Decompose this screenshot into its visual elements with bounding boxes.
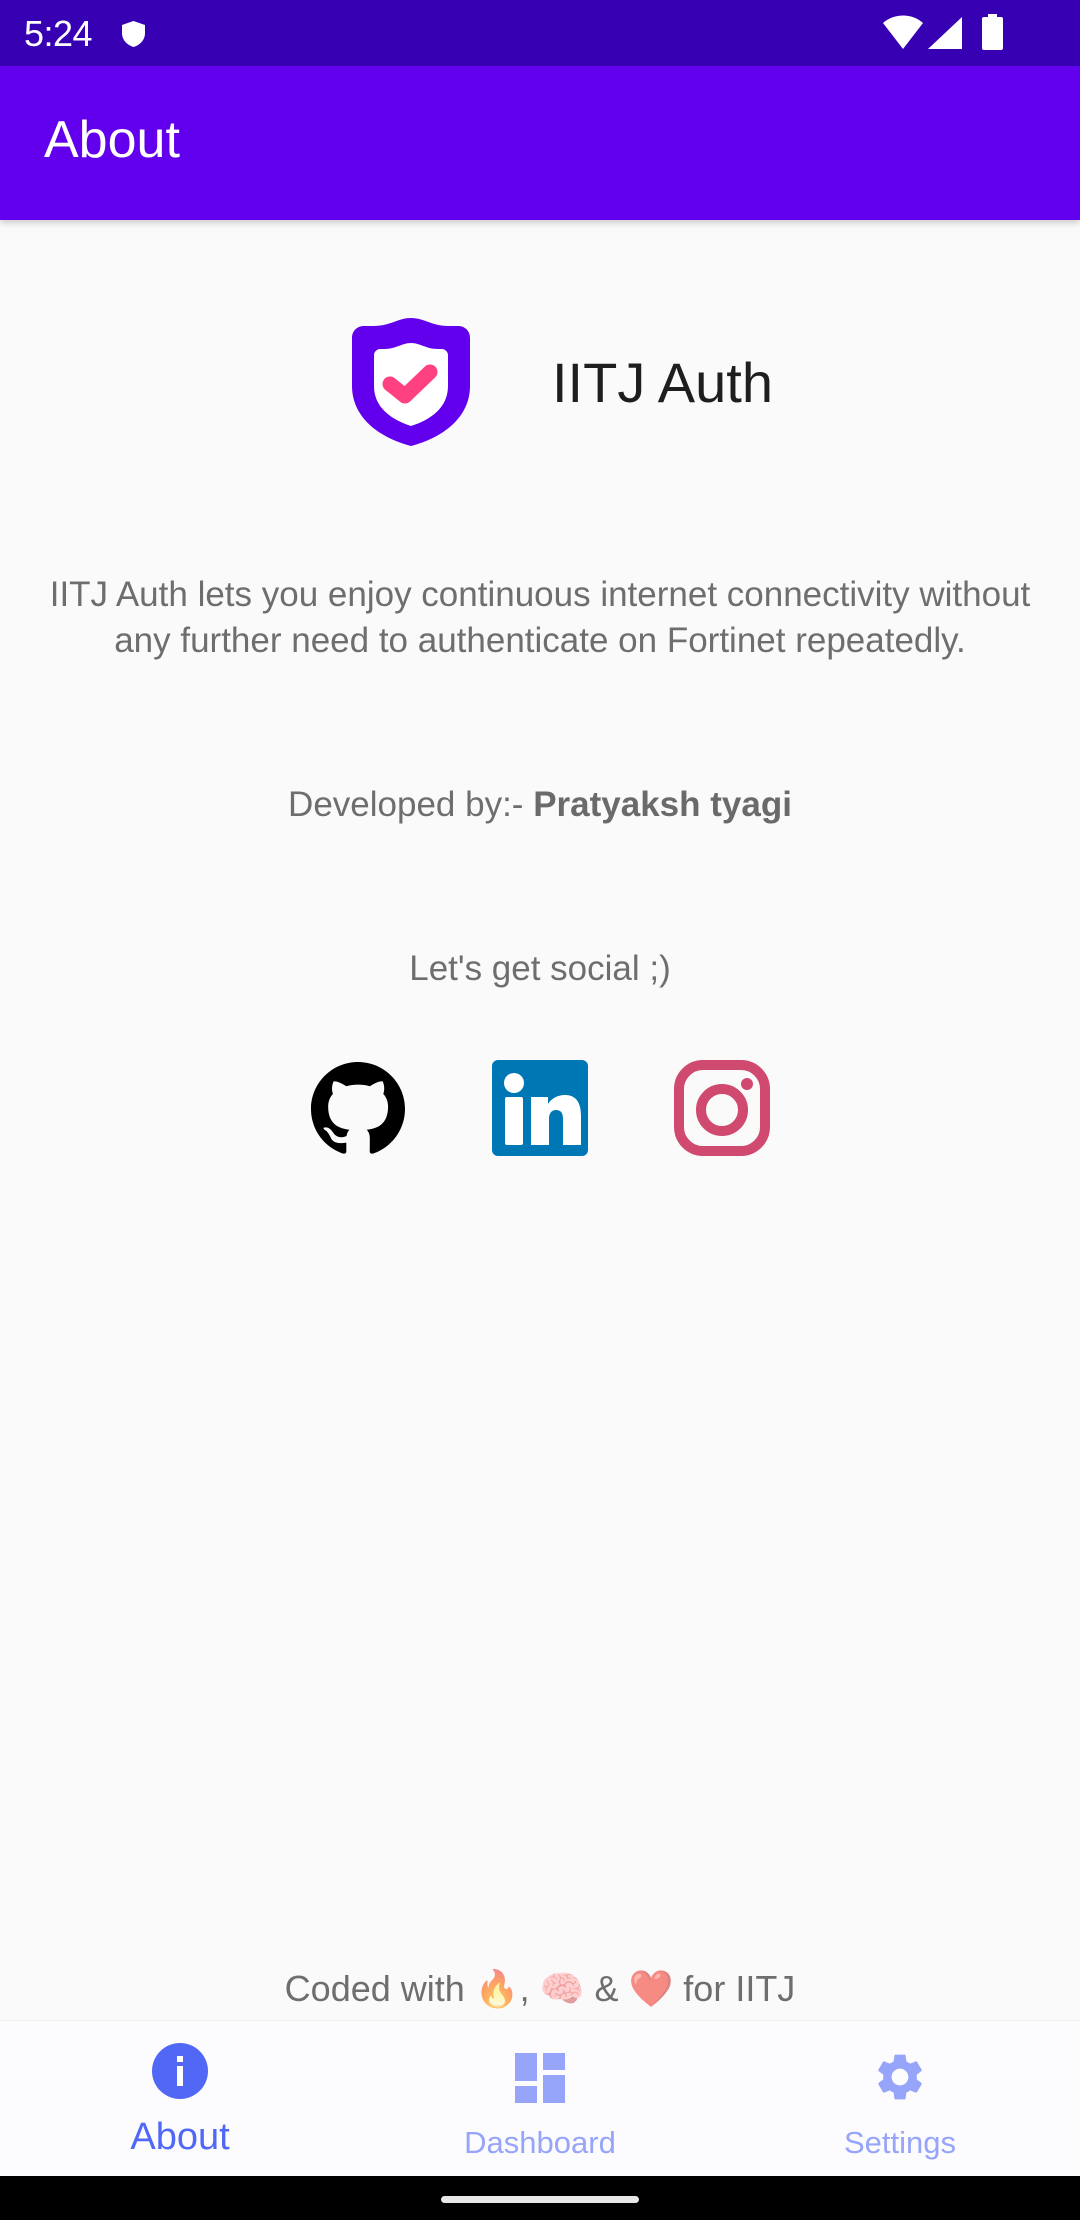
shield-icon — [122, 21, 145, 47]
footer-prefix: Coded with — [284, 1968, 475, 2009]
fire-icon: 🔥 — [474, 1969, 520, 2010]
tab-settings-label: Settings — [843, 2125, 956, 2160]
linkedin-icon[interactable] — [492, 1060, 588, 1156]
status-time: 5:24 — [24, 13, 93, 54]
brain-icon: 🧠 — [539, 1969, 585, 2010]
footer-credit: Coded with 🔥, 🧠 & ❤️ for IITJ — [0, 1966, 1080, 2013]
github-icon[interactable] — [311, 1062, 405, 1156]
shield-check-icon — [352, 318, 470, 446]
social-label: Let's get social ;) — [409, 949, 671, 988]
heart-icon: ❤️ — [628, 1969, 674, 2010]
bottom-navigation: About Dashboard Settings — [0, 2020, 1080, 2177]
developer-name: Pratyaksh tyagi — [533, 785, 792, 824]
status-bar: 5:24 — [0, 0, 1080, 66]
gear-icon — [878, 2054, 922, 2100]
developed-by-label: Developed by:- — [288, 785, 534, 824]
page-title: About — [44, 111, 180, 169]
app-bar: About — [0, 66, 1080, 220]
app-name: IITJ Auth — [552, 351, 773, 414]
system-navigation-bar — [0, 2176, 1080, 2220]
tab-about[interactable]: About — [0, 2021, 360, 2177]
tab-settings[interactable]: Settings — [720, 2021, 1080, 2177]
home-indicator[interactable] — [441, 2196, 639, 2203]
battery-icon — [982, 14, 1003, 50]
signal-icon — [928, 17, 962, 49]
tab-dashboard-label: Dashboard — [464, 2125, 616, 2160]
tab-about-label: About — [130, 2116, 230, 2158]
footer-sep1: , — [519, 1968, 540, 2009]
footer-sep2: & — [584, 1968, 629, 2009]
tab-dashboard[interactable]: Dashboard — [360, 2021, 720, 2177]
wifi-icon — [883, 15, 923, 49]
info-icon — [152, 2043, 208, 2099]
developer-credit: Developed by:- Pratyaksh tyagi — [0, 782, 1080, 828]
app-description: IITJ Auth lets you enjoy continuous inte… — [49, 575, 1031, 660]
footer-suffix: for IITJ — [673, 1968, 796, 2009]
instagram-icon[interactable] — [674, 1060, 770, 1156]
dashboard-icon — [515, 2053, 565, 2103]
